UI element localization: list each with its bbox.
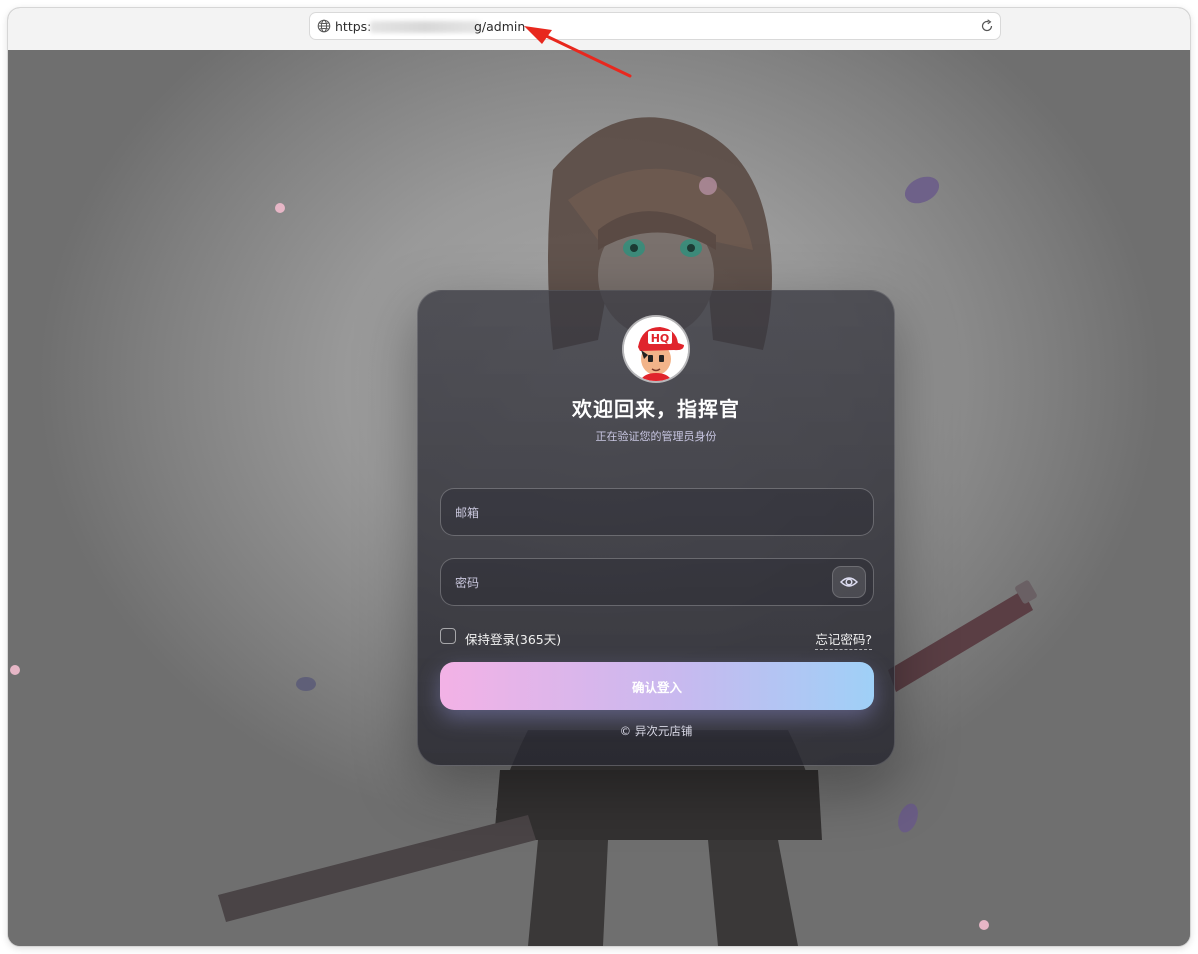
browser-toolbar: https: g/admin — [8, 8, 1190, 51]
login-page: HQ 欢迎回来，指挥官 正在验证您的管理员身份 邮箱 保持登录(365天) 忘记… — [8, 50, 1190, 946]
globe-icon — [317, 19, 331, 33]
address-bar[interactable]: https: g/admin — [309, 12, 1001, 40]
browser-window: https: g/admin HQ 欢迎回来，指挥官 正在验证您的管理员身份 邮… — [8, 8, 1190, 946]
email-field-container — [440, 488, 874, 537]
url-path: g/admin — [474, 19, 526, 34]
login-card: HQ 欢迎回来，指挥官 正在验证您的管理员身份 邮箱 保持登录(365天) 忘记… — [417, 290, 895, 766]
avatar: HQ — [624, 317, 688, 381]
remember-me-label[interactable]: 保持登录(365天) — [465, 629, 561, 648]
password-field[interactable] — [453, 559, 837, 607]
url-redacted-domain — [370, 21, 480, 33]
reload-icon[interactable] — [980, 19, 994, 33]
avatar-cap-text: HQ — [651, 332, 670, 345]
footer-copyright: © 异次元店铺 — [619, 724, 693, 738]
email-field[interactable] — [453, 489, 837, 537]
eye-icon — [840, 577, 858, 587]
toggle-password-visibility-button[interactable] — [832, 566, 866, 598]
password-field-container — [440, 558, 874, 607]
url-prefix: https: — [335, 19, 372, 34]
login-subtitle: 正在验证您的管理员身份 — [595, 430, 717, 443]
remember-me-checkbox[interactable] — [440, 628, 456, 644]
avatar-icon: HQ — [624, 317, 688, 381]
login-title: 欢迎回来，指挥官 — [572, 397, 740, 421]
forgot-password-link[interactable]: 忘记密码? — [815, 629, 872, 650]
login-submit-button[interactable]: 确认登入 — [440, 662, 874, 710]
